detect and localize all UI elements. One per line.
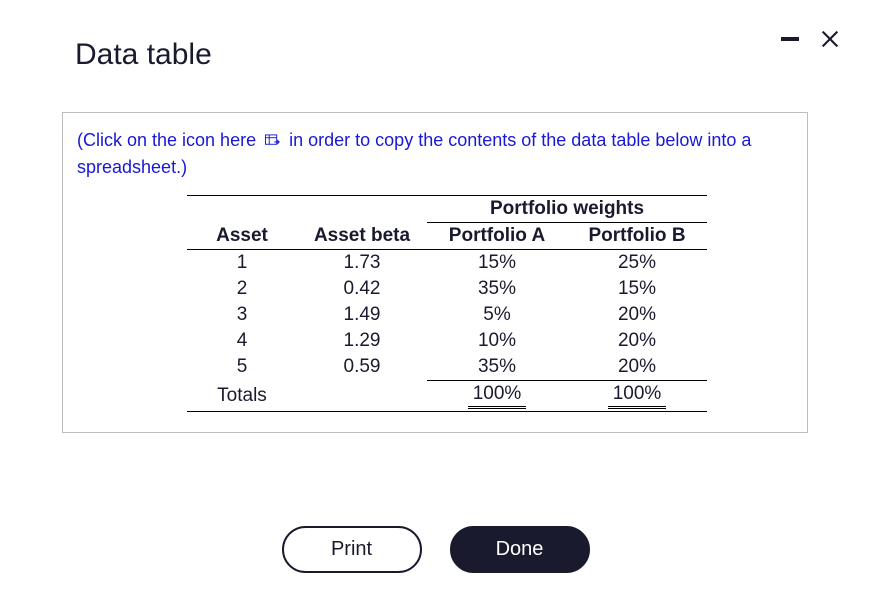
- cell-asset: 2: [187, 276, 297, 302]
- window-controls: [781, 28, 841, 50]
- col-portfolio-a: Portfolio A: [427, 223, 567, 250]
- totals-pa: 100%: [468, 383, 526, 409]
- cell-asset: 5: [187, 354, 297, 381]
- col-asset: Asset: [187, 223, 297, 250]
- cell-pb: 20%: [567, 354, 707, 381]
- cell-pa: 35%: [427, 276, 567, 302]
- cell-beta: 1.29: [297, 328, 427, 354]
- table-row: 31.495%20%: [187, 302, 707, 328]
- table-row: 11.7315%25%: [187, 250, 707, 277]
- cell-pb: 25%: [567, 250, 707, 277]
- cell-beta: 1.49: [297, 302, 427, 328]
- cell-pa: 15%: [427, 250, 567, 277]
- cell-asset: 1: [187, 250, 297, 277]
- instruction-prefix: (Click on the icon here: [77, 130, 256, 150]
- content-box: (Click on the icon here in order to copy…: [62, 112, 808, 433]
- cell-pb: 20%: [567, 302, 707, 328]
- page-title: Data table: [75, 38, 212, 72]
- cell-asset: 4: [187, 328, 297, 354]
- minimize-icon[interactable]: [781, 37, 799, 41]
- cell-pa: 35%: [427, 354, 567, 381]
- cell-pb: 20%: [567, 328, 707, 354]
- done-button[interactable]: Done: [450, 526, 590, 573]
- col-beta: Asset beta: [297, 223, 427, 250]
- cell-beta: 0.59: [297, 354, 427, 381]
- cell-pb: 15%: [567, 276, 707, 302]
- data-table: Portfolio weights Asset Asset beta Portf…: [187, 195, 707, 412]
- cell-pa: 5%: [427, 302, 567, 328]
- cell-beta: 1.73: [297, 250, 427, 277]
- footer-buttons: Print Done: [0, 526, 871, 573]
- totals-pb: 100%: [608, 383, 666, 409]
- totals-label: Totals: [187, 381, 297, 412]
- cell-asset: 3: [187, 302, 297, 328]
- table-row: 20.4235%15%: [187, 276, 707, 302]
- portfolio-weights-header: Portfolio weights: [427, 196, 707, 223]
- cell-pa: 10%: [427, 328, 567, 354]
- col-portfolio-b: Portfolio B: [567, 223, 707, 250]
- table-row: 41.2910%20%: [187, 328, 707, 354]
- print-button[interactable]: Print: [282, 526, 422, 573]
- instruction-text: (Click on the icon here in order to copy…: [77, 127, 789, 181]
- close-icon[interactable]: [819, 28, 841, 50]
- table-row: 50.5935%20%: [187, 354, 707, 381]
- copy-to-spreadsheet-icon[interactable]: [265, 134, 280, 148]
- cell-beta: 0.42: [297, 276, 427, 302]
